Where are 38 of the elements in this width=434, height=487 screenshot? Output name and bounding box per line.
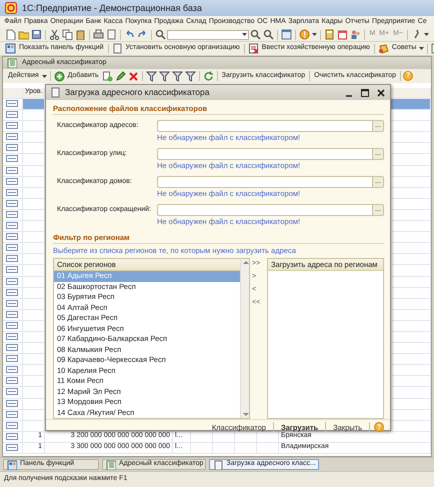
caret-icon[interactable] xyxy=(42,74,47,78)
search-icon[interactable] xyxy=(250,29,262,40)
page-icon xyxy=(50,87,60,98)
info-icon[interactable] xyxy=(299,29,310,40)
dialog-title: Загрузка адресного классификатора xyxy=(65,88,210,97)
page-icon[interactable] xyxy=(106,29,117,40)
add-icon[interactable] xyxy=(54,70,65,82)
printer-icon[interactable] xyxy=(93,29,104,40)
delete-icon[interactable] xyxy=(128,70,139,82)
page-icon[interactable] xyxy=(112,43,123,54)
caret-icon[interactable] xyxy=(312,32,318,37)
panel-icon xyxy=(7,460,17,470)
close-icon[interactable] xyxy=(376,88,386,98)
scissors-icon[interactable] xyxy=(49,29,60,40)
table-icon xyxy=(106,460,116,470)
search-icon[interactable] xyxy=(263,29,274,40)
undo-icon[interactable] xyxy=(124,29,135,40)
ledger-icon[interactable] xyxy=(248,43,259,54)
table-icon xyxy=(7,58,17,68)
record-icon xyxy=(6,442,18,452)
copy-add-icon[interactable] xyxy=(102,70,113,82)
calendar-icon[interactable] xyxy=(337,29,348,40)
app-logo-icon xyxy=(5,2,17,14)
window-title: 1С:Предприятие - Демонстрационная база xyxy=(22,2,202,14)
search-icon[interactable] xyxy=(155,29,166,40)
caret-icon xyxy=(242,32,248,37)
maximize-icon[interactable] xyxy=(360,88,370,98)
people-icon[interactable] xyxy=(350,29,362,40)
window-icon[interactable] xyxy=(281,29,292,40)
refresh-icon[interactable] xyxy=(202,70,214,82)
panel-icon[interactable] xyxy=(5,43,16,54)
copy-icon[interactable] xyxy=(62,29,73,40)
clipboard-icon[interactable] xyxy=(75,29,86,40)
caret-icon[interactable] xyxy=(424,32,429,37)
redo-icon[interactable] xyxy=(137,29,148,40)
caret-icon[interactable] xyxy=(419,46,424,51)
scrollbar[interactable] xyxy=(240,259,249,418)
search-combo-field[interactable] xyxy=(167,30,250,40)
